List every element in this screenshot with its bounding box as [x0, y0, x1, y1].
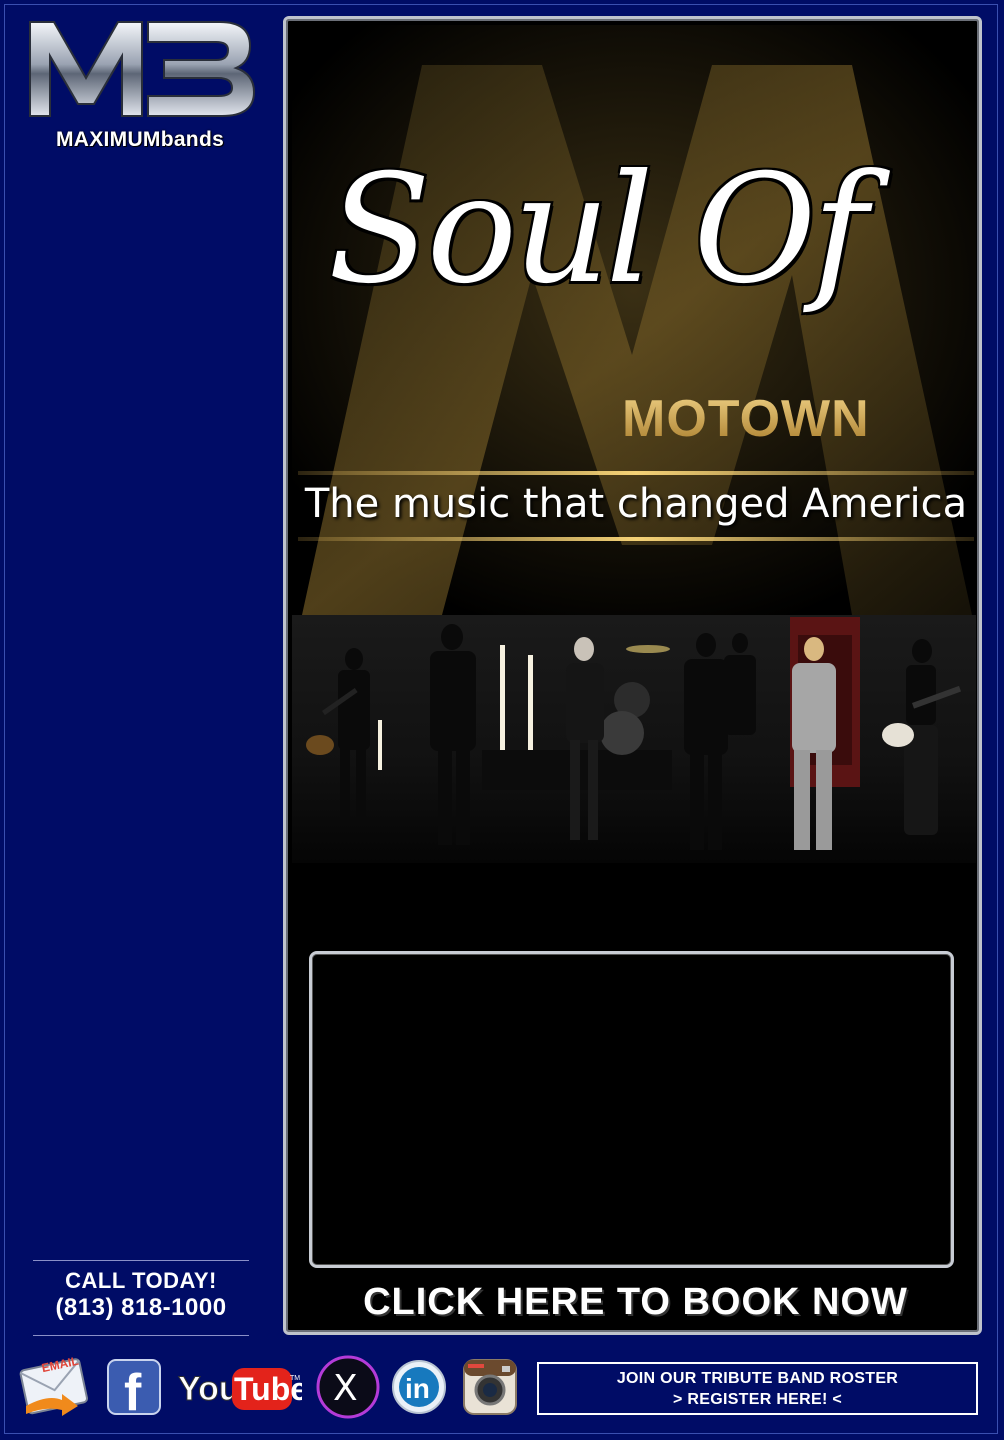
hero-banner[interactable]: Soul Of MOTOWN The music that changed Am…	[292, 25, 976, 863]
gold-divider-bottom	[298, 537, 974, 541]
facebook-icon-label: f	[124, 1364, 142, 1420]
register-line-2: > REGISTER HERE! <	[673, 1391, 842, 1408]
mb-monogram-logo	[29, 21, 256, 117]
youtube-tm-text: TM	[290, 1375, 300, 1382]
register-line-1: JOIN OUR TRIBUTE BAND ROSTER	[616, 1370, 899, 1387]
call-today-label: CALL TODAY!	[65, 1268, 217, 1293]
hero-script-title: Soul Of	[328, 143, 868, 317]
gold-divider-top	[298, 471, 974, 475]
call-today-box[interactable]: CALL TODAY! (813) 818-1000	[33, 1260, 249, 1336]
register-roster-button[interactable]: JOIN OUR TRIBUTE BAND ROSTER > REGISTER …	[537, 1362, 978, 1415]
brand-name: MAXIMUMbands	[55, 128, 225, 151]
instagram-icon[interactable]	[462, 1354, 518, 1420]
phone-number[interactable]: (813) 818-1000	[33, 1294, 249, 1322]
youtube-icon[interactable]: You Tube TM	[176, 1354, 302, 1420]
book-now-button[interactable]: CLICK HERE TO BOOK NOW	[286, 1281, 979, 1324]
main-panel: Soul Of MOTOWN The music that changed Am…	[283, 16, 982, 1335]
video-player[interactable]	[309, 951, 954, 1268]
linkedin-icon[interactable]: in	[391, 1354, 447, 1420]
hero-tagline: The music that changed America	[304, 481, 968, 527]
linkedin-icon-label: in	[405, 1373, 430, 1404]
x-icon-label: X	[333, 1368, 358, 1409]
band-performance-photo	[292, 615, 976, 863]
facebook-icon[interactable]: f	[106, 1354, 162, 1420]
brand-logo[interactable]: MAXIMUMbands	[20, 14, 260, 154]
youtube-you-text: You	[178, 1370, 240, 1408]
email-icon[interactable]: EMAIL	[18, 1354, 92, 1420]
hero-subtitle: MOTOWN	[622, 390, 870, 448]
x-icon[interactable]: X	[315, 1354, 381, 1420]
